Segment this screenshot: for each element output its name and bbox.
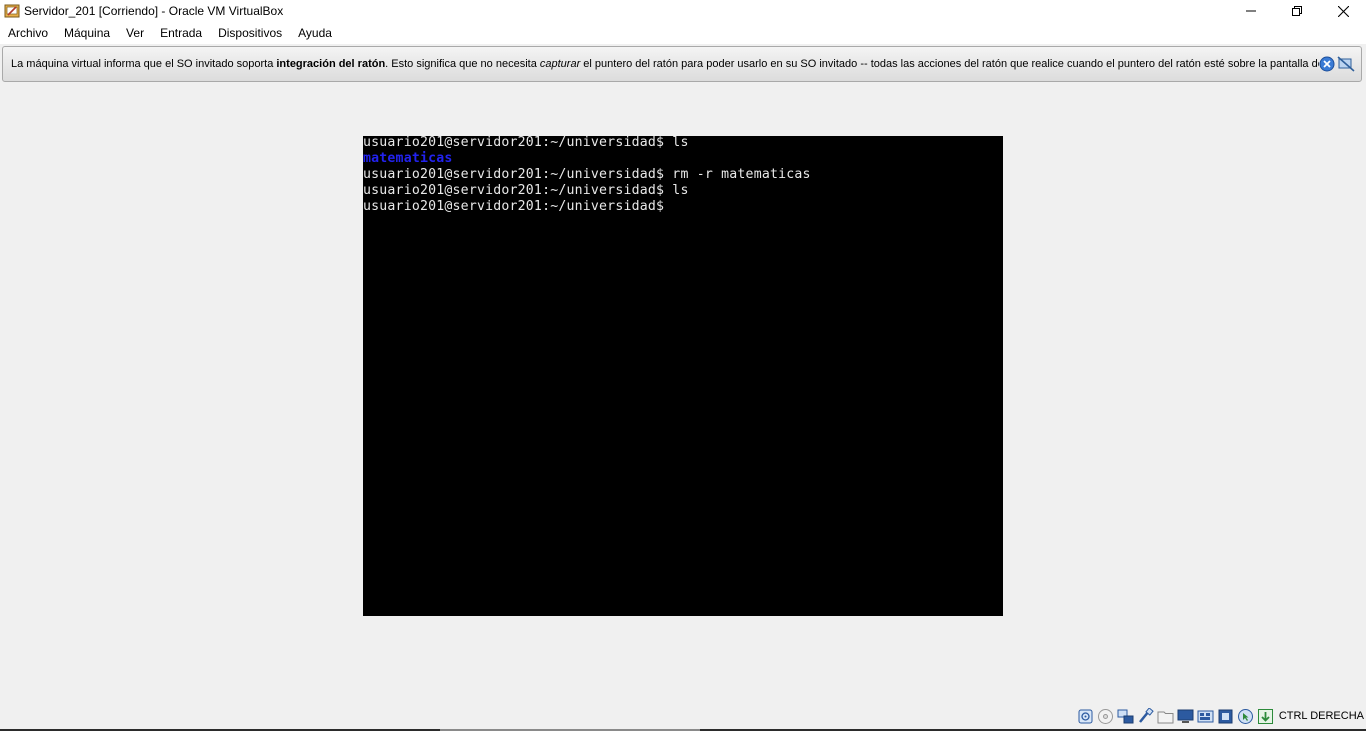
restore-button[interactable] [1274, 0, 1320, 22]
hard-disk-icon[interactable] [1077, 708, 1094, 725]
restore-icon [1292, 6, 1302, 16]
title-bar[interactable]: Servidor_201 [Corriendo] - Oracle VM Vir… [0, 0, 1366, 22]
mouse-integration-icon[interactable] [1237, 708, 1254, 725]
notice-text-bold: integración del ratón [276, 58, 386, 70]
notice-do-not-show-icon[interactable] [1337, 56, 1355, 72]
menu-ayuda[interactable]: Ayuda [290, 22, 340, 44]
vm-display[interactable]: usuario201@servidor201:~/universidad$ ls… [363, 135, 1003, 616]
menu-maquina[interactable]: Máquina [56, 22, 118, 44]
shared-folders-icon[interactable] [1157, 708, 1174, 725]
terminal-line-directory: matematicas [363, 151, 453, 166]
terminal-line: usuario201@servidor201:~/universidad$ ls [363, 183, 689, 198]
virtualbox-window: Servidor_201 [Corriendo] - Oracle VM Vir… [0, 0, 1366, 731]
menu-dispositivos[interactable]: Dispositivos [210, 22, 290, 44]
host-key-label: CTRL DERECHA [1278, 710, 1364, 722]
video-capture-icon[interactable] [1197, 708, 1214, 725]
close-icon [1337, 5, 1349, 17]
notice-text-italic: capturar [539, 58, 581, 70]
notice-close-icon[interactable] [1319, 56, 1335, 72]
notice-text-before: La máquina virtual informa que el SO inv… [11, 58, 277, 70]
usb-icon[interactable] [1137, 707, 1154, 725]
window-title: Servidor_201 [Corriendo] - Oracle VM Vir… [24, 4, 284, 18]
notice-text-middle: . Esto significa que no necesita [385, 58, 540, 70]
terminal-prompt: usuario201@servidor201:~/universidad$ [363, 199, 665, 214]
terminal-line: usuario201@servidor201:~/universidad$ rm… [363, 167, 811, 182]
notice-message: La máquina virtual informa que el SO inv… [3, 58, 1319, 70]
menu-entrada[interactable]: Entrada [152, 22, 210, 44]
window-controls [1228, 0, 1366, 22]
minimize-button[interactable] [1228, 0, 1274, 22]
virtualbox-app-icon [4, 4, 20, 18]
status-bar: CTRL DERECHA [1077, 701, 1366, 731]
menu-archivo[interactable]: Archivo [0, 22, 56, 44]
minimize-icon [1246, 10, 1256, 12]
terminal-line: usuario201@servidor201:~/universidad$ ls [363, 135, 689, 150]
cpu-icon[interactable] [1217, 708, 1234, 725]
notice-text-after: el puntero del ratón para poder usarlo e… [580, 58, 1319, 70]
keyboard-capture-icon[interactable] [1257, 708, 1274, 725]
display-icon[interactable] [1177, 708, 1194, 725]
network-icon[interactable] [1117, 708, 1134, 725]
notice-actions [1319, 56, 1361, 72]
optical-drive-icon[interactable] [1097, 708, 1114, 725]
menu-ver[interactable]: Ver [118, 22, 152, 44]
menu-bar: Archivo Máquina Ver Entrada Dispositivos… [0, 22, 1366, 44]
mouse-integration-notice: La máquina virtual informa que el SO inv… [2, 46, 1362, 82]
close-button[interactable] [1320, 0, 1366, 22]
